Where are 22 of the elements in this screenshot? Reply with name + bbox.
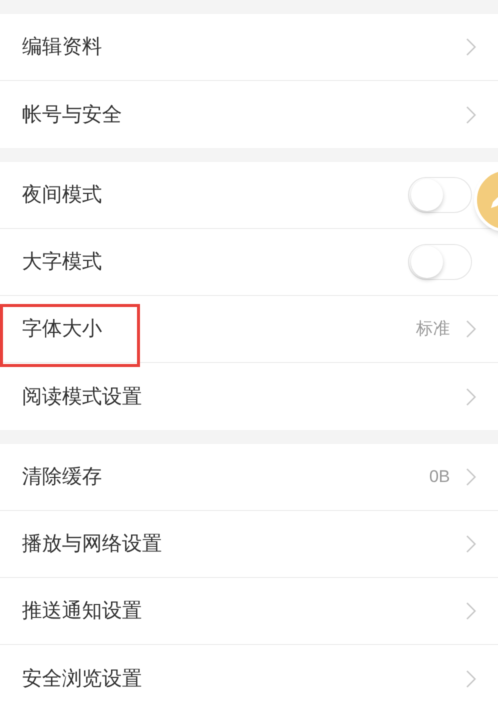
- row-label: 推送通知设置: [22, 599, 143, 624]
- chevron-icon: [466, 320, 476, 338]
- chevron-icon: [466, 388, 476, 406]
- row-value: 标准: [416, 318, 450, 340]
- row-label: 夜间模式: [22, 183, 103, 208]
- row-label: 阅读模式设置: [22, 384, 143, 410]
- chevron-icon: [466, 535, 476, 553]
- row-label: 安全浏览设置: [22, 666, 143, 692]
- toggle-switch[interactable]: [408, 177, 472, 213]
- chevron-icon: [466, 106, 476, 124]
- chevron-icon: [466, 602, 476, 620]
- chevron-icon: [466, 38, 476, 56]
- row-label: 编辑资料: [22, 35, 103, 60]
- chevron-icon: [466, 468, 476, 486]
- row-value: 0B: [429, 466, 450, 488]
- toggle-switch[interactable]: [408, 244, 472, 280]
- row-label: 清除缓存: [22, 465, 103, 490]
- row-label: 播放与网络设置: [22, 532, 163, 557]
- row-label: 帐号与安全: [22, 102, 123, 128]
- row-label: 字体大小: [22, 317, 103, 342]
- row-label: 大字模式: [22, 250, 103, 275]
- chevron-icon: [466, 670, 476, 688]
